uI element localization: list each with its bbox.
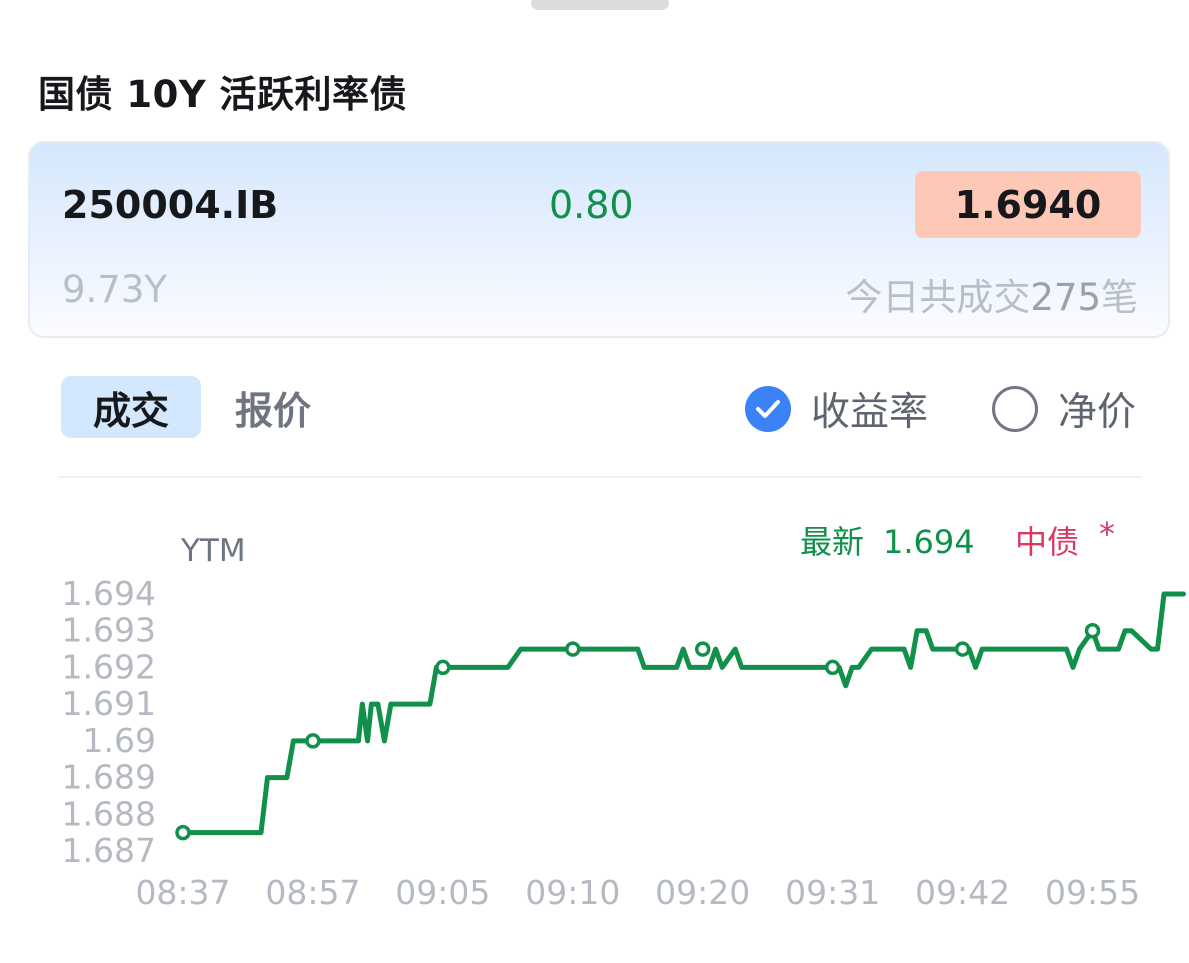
y-tick-label: 1.687 <box>62 831 156 870</box>
data-point <box>694 641 711 657</box>
legend-chinabond-label: 中债 <box>1015 523 1079 561</box>
y-ticks: 1.6941.6931.6921.6911.691.6891.6881.687 <box>62 574 156 870</box>
y-tick-label: 1.689 <box>62 758 156 797</box>
data-point <box>435 659 451 676</box>
x-tick-label: 09:05 <box>395 873 490 912</box>
data-point <box>175 824 191 841</box>
data-point <box>954 641 971 657</box>
y-axis-label: YTM <box>180 533 246 569</box>
x-tick-label: 08:57 <box>265 873 360 912</box>
data-point <box>305 733 321 749</box>
legend-latest-value: 1.694 <box>883 523 975 561</box>
x-tick-label: 09:55 <box>1045 873 1140 912</box>
y-tick-label: 1.688 <box>62 794 156 833</box>
y-tick-label: 1.691 <box>62 684 156 723</box>
data-point <box>1084 622 1101 639</box>
series-line <box>180 591 1186 836</box>
series-group <box>175 591 1186 841</box>
data-point <box>565 641 581 657</box>
y-tick-label: 1.69 <box>83 721 156 760</box>
x-tick-label: 09:31 <box>785 873 880 912</box>
y-tick-label: 1.693 <box>62 611 156 650</box>
y-tick-label: 1.692 <box>62 647 156 686</box>
x-ticks: 08:37 08:57 09:05 09:10 09:20 09:31 09:42 09:55 <box>135 873 1140 912</box>
x-tick-label: 09:10 <box>525 873 620 912</box>
legend-chinabond-marker: * <box>1099 515 1115 553</box>
legend-latest-label: 最新 <box>800 523 864 561</box>
x-tick-label: 09:42 <box>915 873 1010 912</box>
ytm-chart: YTM 最新 1.694 中债 * 1.6941.6931.6921.6911.… <box>62 515 1186 912</box>
x-tick-label: 09:20 <box>655 873 750 912</box>
y-tick-label: 1.694 <box>62 574 156 613</box>
x-tick-label: 08:37 <box>135 873 230 912</box>
data-point <box>824 659 841 676</box>
